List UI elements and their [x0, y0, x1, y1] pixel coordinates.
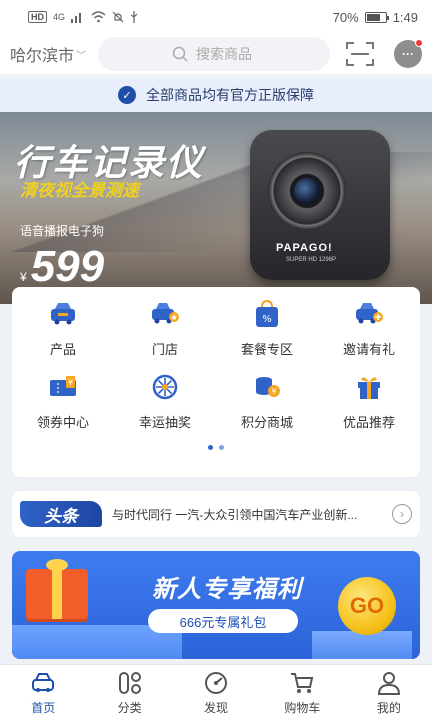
network-badge: HD: [28, 11, 47, 23]
profile-icon: [377, 671, 400, 695]
discover-compass-icon: [205, 671, 228, 694]
tab-category[interactable]: 分类: [86, 665, 172, 720]
signal-icon: [71, 13, 82, 23]
dashcam-image: PAPAGO! SUPER HD 1296P: [250, 130, 390, 280]
feature-label: 幸运抽奖: [138, 415, 191, 430]
banner-price: ¥ 599: [20, 242, 104, 292]
feature-lottery[interactable]: 幸运抽奖: [114, 372, 216, 431]
svg-text:%: %: [262, 314, 272, 325]
feature-store[interactable]: 门店: [114, 299, 216, 358]
feature-card: 产品 门店 % 套餐专区 邀请有礼 ¥ 领券中心 幸运抽奖 ¥ 积分商城 优品推…: [12, 287, 420, 477]
signal-label: 4G: [53, 12, 66, 22]
camera-brand: PAPAGO!: [276, 242, 333, 254]
tab-discover[interactable]: 发现: [173, 665, 259, 720]
package-bag-icon: %: [252, 299, 282, 329]
category-icon: [118, 671, 141, 694]
feature-label: 产品: [49, 342, 76, 357]
headline-text: 与时代同行 一汽-大众引领中国汽车产业创新...: [112, 507, 358, 522]
search-placeholder: 搜索商品: [196, 46, 252, 62]
feature-recommend[interactable]: 优品推荐: [318, 372, 420, 431]
go-button[interactable]: GO: [338, 577, 396, 635]
feature-coupon[interactable]: ¥ 领券中心: [12, 372, 114, 431]
feature-label: 邀请有礼: [342, 342, 395, 357]
feature-label: 套餐专区: [240, 342, 293, 357]
gift-box-icon: [26, 569, 88, 619]
tab-label: 分类: [117, 700, 142, 715]
feature-points[interactable]: ¥ 积分商城: [216, 372, 318, 431]
headline-news[interactable]: 头条 与时代同行 一汽-大众引领中国汽车产业创新... ›: [12, 491, 420, 537]
feature-invite[interactable]: 邀请有礼: [318, 299, 420, 358]
feature-package[interactable]: % 套餐专区: [216, 299, 318, 358]
notification-dot: [415, 39, 423, 47]
check-circle-icon: ✓: [118, 86, 136, 104]
status-indicators: HD 4G: [28, 11, 138, 23]
points-coins-icon: ¥: [252, 372, 282, 402]
price-value: 599: [30, 242, 105, 291]
page-indicator: [12, 445, 420, 450]
promo-title: 新人专享福利: [152, 576, 302, 603]
gift-icon: [354, 372, 384, 402]
car-product-icon: [48, 299, 78, 329]
cart-icon: [291, 672, 314, 693]
hero-banner[interactable]: 行车记录仪 清夜视全景测速 语音播报电子狗 ¥ 599 PAPAGO! SUPE…: [0, 112, 432, 304]
wifi-icon: [91, 11, 106, 23]
feature-label: 领券中心: [36, 415, 89, 430]
feature-label: 门店: [151, 342, 178, 357]
search-bar[interactable]: 搜索商品: [98, 37, 330, 71]
guarantee-text: 全部商品均有官方正版保障: [146, 87, 314, 103]
promo-subtitle: 666元专属礼包: [148, 609, 298, 633]
page-dot: [219, 445, 224, 450]
gift-bow-icon: [46, 559, 68, 571]
clock: 1:49: [392, 9, 418, 25]
chevron-down-icon: ﹀: [76, 50, 87, 62]
message-dots-icon: ···: [402, 47, 414, 61]
header-actions: ···: [346, 39, 423, 68]
feature-grid: 产品 门店 % 套餐专区 邀请有礼 ¥ 领券中心 幸运抽奖 ¥ 积分商城 优品推…: [12, 299, 420, 431]
bottom-tab-bar: 首页 分类 发现 购物车 我的: [0, 664, 432, 720]
lens-glass: [294, 178, 320, 204]
scan-icon[interactable]: [346, 41, 374, 67]
newcomer-promo-banner[interactable]: 新人专享福利 666元专属礼包 GO: [12, 551, 420, 659]
top-header: 哈尔滨市 ﹀ 搜索商品 ···: [0, 34, 432, 74]
tab-label: 购物车: [284, 700, 321, 715]
banner-feature: 语音播报电子狗: [20, 224, 105, 238]
headline-tag: 头条: [20, 501, 102, 527]
camera-model: SUPER HD 1296P: [286, 257, 337, 263]
feature-label: 优品推荐: [342, 415, 395, 430]
tab-label: 首页: [31, 700, 56, 715]
usb-icon: [130, 11, 138, 23]
status-right: 70% 1:49: [333, 10, 418, 25]
city-selector[interactable]: 哈尔滨市 ﹀: [10, 42, 98, 66]
car-invite-icon: [354, 299, 384, 329]
message-button[interactable]: ···: [394, 39, 423, 68]
home-car-icon: [32, 672, 55, 692]
tab-label: 我的: [376, 700, 401, 715]
chevron-right-icon[interactable]: ›: [392, 504, 412, 524]
promo-block: [312, 631, 412, 659]
svg-text:¥: ¥: [271, 387, 276, 396]
tab-profile[interactable]: 我的: [346, 665, 432, 720]
city-name: 哈尔滨市: [10, 48, 75, 65]
battery-fill: [366, 13, 380, 21]
status-bar: HD 4G 70% 1:49: [0, 0, 432, 34]
banner-subtitle: 清夜视全景测速: [20, 181, 139, 200]
guarantee-banner: ✓ 全部商品均有官方正版保障: [0, 78, 432, 112]
lens-icon: [268, 152, 346, 230]
lottery-wheel-icon: [150, 372, 180, 402]
search-icon: [172, 46, 188, 62]
tab-home[interactable]: 首页: [0, 665, 86, 720]
tab-cart[interactable]: 购物车: [259, 665, 345, 720]
price-currency: ¥: [20, 270, 27, 284]
car-store-icon: [150, 299, 180, 329]
tab-label: 发现: [204, 700, 229, 715]
page-dot-active: [208, 445, 213, 450]
feature-label: 积分商城: [240, 415, 293, 430]
mute-bell-icon: [112, 11, 124, 23]
svg-text:¥: ¥: [68, 378, 73, 387]
feature-product[interactable]: 产品: [12, 299, 114, 358]
battery-icon: [364, 11, 389, 23]
coupon-icon: ¥: [48, 372, 78, 402]
battery-percent: 70%: [332, 9, 359, 25]
